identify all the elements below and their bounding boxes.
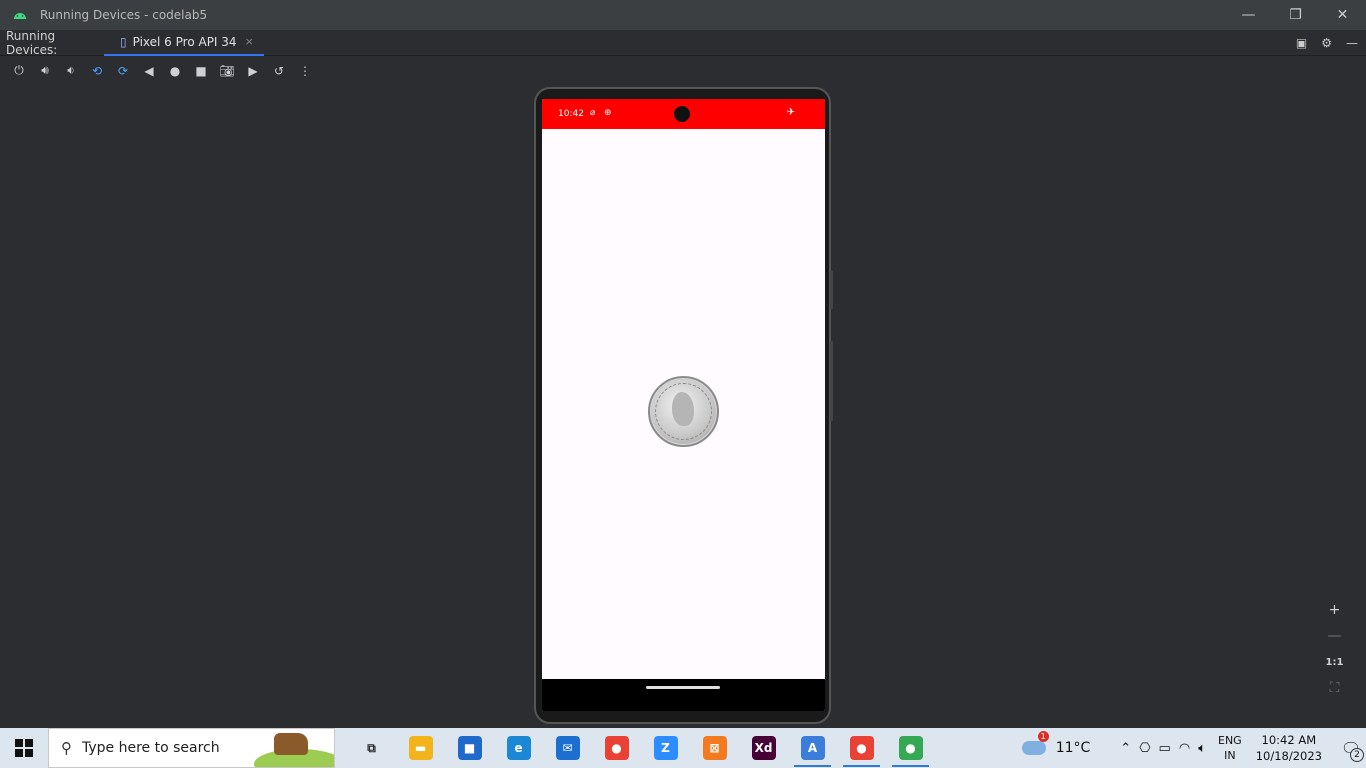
layout-icon[interactable]: ▣ xyxy=(1296,36,1307,50)
rotate-left-icon[interactable]: ⟲ xyxy=(84,60,110,82)
running-devices-label: Running Devices: xyxy=(6,28,58,57)
rotate-right-icon[interactable]: ⟳ xyxy=(110,60,136,82)
status-time: 10:42 xyxy=(558,109,584,119)
screenshot-icon[interactable]: 📷︎ xyxy=(214,60,240,82)
meet-now-icon[interactable]: ⎔ xyxy=(1139,741,1150,756)
system-tray: 1 11°C ⌃ ⎔ ▭ ◠ 🔈︎ ENG IN 10:42 AM 10/18/… xyxy=(1021,728,1366,768)
weather-badge: 1 xyxy=(1037,731,1049,742)
screen-record-icon[interactable]: ▶ xyxy=(240,60,266,82)
window-title: Running Devices - codelab5 xyxy=(40,8,208,22)
minimize-button[interactable]: — xyxy=(1225,0,1272,30)
chrome-profile-2-icon: ● xyxy=(898,736,923,760)
fit-screen-button[interactable]: ⛶ xyxy=(1330,678,1340,698)
wifi-icon[interactable]: ◠ xyxy=(1179,741,1190,756)
phone-power-button xyxy=(830,271,833,309)
battery-icon[interactable]: ▭ xyxy=(1159,741,1171,756)
zoom-controls: + — 1:1 ⛶ xyxy=(1321,600,1348,698)
reset-icon[interactable]: ↺ xyxy=(266,60,292,82)
tab-pixel-6-pro[interactable]: ▯ Pixel 6 Pro API 34 × xyxy=(104,30,264,56)
taskbar-app-chrome[interactable]: ● xyxy=(592,728,641,768)
chrome-icon: ● xyxy=(604,736,629,760)
tab-label: Pixel 6 Pro API 34 xyxy=(132,34,237,49)
running-devices-tabbar: Running Devices: ▯ Pixel 6 Pro API 34 × … xyxy=(0,28,1366,57)
coin-portrait xyxy=(672,392,694,426)
status-icon-1: ⌀ xyxy=(590,108,596,118)
android-icon xyxy=(0,10,40,20)
close-button[interactable]: ✕ xyxy=(1319,0,1366,30)
status-bar: 10:42 ⌀ ⊕ ✈ xyxy=(542,99,825,129)
phone-frame: 10:42 ⌀ ⊕ ✈ xyxy=(534,87,833,724)
adobe-xd-icon: Xd xyxy=(751,736,776,760)
clock-date: 10/18/2023 xyxy=(1255,749,1322,763)
weather-widget[interactable]: 1 11°C xyxy=(1021,731,1091,756)
language-indicator[interactable]: ENG IN xyxy=(1218,733,1242,763)
zoom-in-button[interactable]: + xyxy=(1329,600,1341,620)
title-bar: Running Devices - codelab5 — ❐ ✕ xyxy=(0,0,1366,30)
taskbar-app-file-explorer[interactable]: ▬ xyxy=(396,728,445,768)
status-icon-2: ⊕ xyxy=(604,108,612,118)
chevron-up-icon[interactable]: ⌃ xyxy=(1120,741,1131,756)
phone-volume-button xyxy=(830,341,833,421)
clock[interactable]: 10:42 AM 10/18/2023 xyxy=(1256,732,1322,764)
taskbar-app-xampp[interactable]: ⊠ xyxy=(690,728,739,768)
search-placeholder: Type here to search xyxy=(82,740,220,756)
device-screen[interactable]: 10:42 ⌀ ⊕ ✈ xyxy=(542,99,825,711)
camera-cutout xyxy=(674,106,690,122)
overview-icon[interactable]: ■ xyxy=(188,60,214,82)
more-icon[interactable]: ⋮ xyxy=(292,60,318,82)
taskbar-app-task-view[interactable]: ⧉ xyxy=(347,728,396,768)
restore-button[interactable]: ❐ xyxy=(1272,0,1319,30)
actual-size-button[interactable]: 1:1 xyxy=(1326,652,1344,672)
taskbar-app-chrome-profile-s[interactable]: ● xyxy=(837,728,886,768)
mail-icon: ✉ xyxy=(555,736,580,760)
chrome-profile-s-icon: ● xyxy=(849,736,874,760)
power-icon[interactable]: ⏻ xyxy=(6,60,32,82)
file-explorer-icon: ▬ xyxy=(408,736,433,760)
android-studio-icon: A xyxy=(800,736,825,760)
xampp-icon: ⊠ xyxy=(702,736,727,760)
taskbar-app-edge[interactable]: e xyxy=(494,728,543,768)
taskbar-app-android-studio[interactable]: A xyxy=(788,728,837,768)
taskbar-search[interactable]: ⚲ Type here to search xyxy=(48,728,335,768)
device-canvas: 10:42 ⌀ ⊕ ✈ + — 1:1 ⛶ xyxy=(0,84,1366,728)
volume-up-icon[interactable]: 🔊︎ xyxy=(32,60,58,82)
notification-count: 2 xyxy=(1350,748,1364,762)
taskbar-app-mail[interactable]: ✉ xyxy=(543,728,592,768)
coin-image[interactable] xyxy=(648,376,719,447)
cloud-icon: 1 xyxy=(1021,731,1049,755)
gear-icon[interactable]: ⚙ xyxy=(1321,36,1332,50)
taskbar-app-zoom[interactable]: Z xyxy=(641,728,690,768)
notification-center-button[interactable]: 🗨︎ 2 xyxy=(1336,728,1366,768)
edge-icon: e xyxy=(506,736,531,760)
airplane-mode-icon: ✈ xyxy=(786,107,795,118)
task-view-icon: ⧉ xyxy=(367,740,376,755)
temperature: 11°C xyxy=(1055,740,1091,756)
search-highlight-cow xyxy=(274,733,308,755)
zoom-icon: Z xyxy=(653,736,678,760)
volume-down-icon[interactable]: 🔉︎ xyxy=(58,60,84,82)
device-icon: ▯ xyxy=(120,34,127,49)
speaker-icon[interactable]: 🔈︎ xyxy=(1198,741,1206,756)
clock-time: 10:42 AM xyxy=(1261,733,1317,747)
home-icon[interactable]: ● xyxy=(162,60,188,82)
hide-panel-icon[interactable]: — xyxy=(1346,36,1358,50)
language-code: ENG xyxy=(1218,734,1242,747)
taskbar-app-microsoft-store[interactable]: ■ xyxy=(445,728,494,768)
pinned-apps: ⧉ ▬ ■ e ✉ ● Z ⊠ Xd A ● ● xyxy=(347,728,935,768)
back-icon[interactable]: ◀ xyxy=(136,60,162,82)
start-button[interactable] xyxy=(0,728,48,768)
region-code: IN xyxy=(1224,749,1236,762)
search-icon: ⚲ xyxy=(61,739,72,757)
taskbar-app-adobe-xd[interactable]: Xd xyxy=(739,728,788,768)
taskbar-app-chrome-profile-2[interactable]: ● xyxy=(886,728,935,768)
windows-icon xyxy=(15,739,33,757)
home-handle[interactable] xyxy=(646,686,720,689)
gesture-nav-bar xyxy=(542,679,825,711)
microsoft-store-icon: ■ xyxy=(457,736,482,760)
device-toolbar: ⏻ 🔊︎ 🔉︎ ⟲ ⟳ ◀ ● ■ 📷︎ ▶ ↺ ⋮ xyxy=(0,57,1366,84)
close-tab-icon[interactable]: × xyxy=(245,35,254,48)
windows-taskbar: ⚲ Type here to search ⧉ ▬ ■ e ✉ ● Z ⊠ Xd A ● ● 1 11… xyxy=(0,728,1366,768)
zoom-out-button[interactable]: — xyxy=(1328,626,1342,646)
